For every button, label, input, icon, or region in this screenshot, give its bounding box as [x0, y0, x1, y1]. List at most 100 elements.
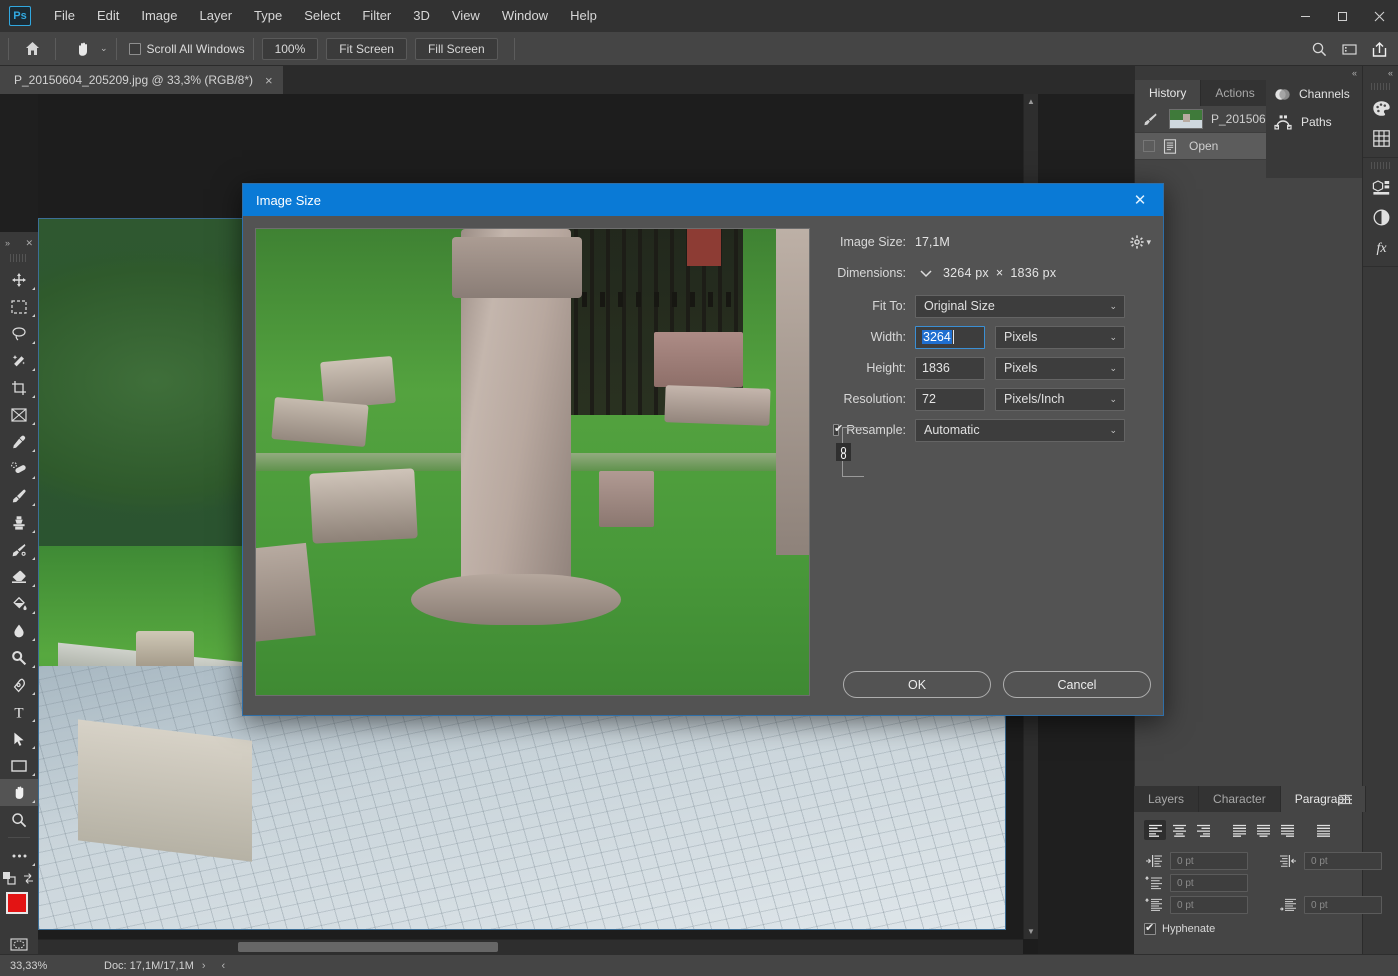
dialog-title-bar[interactable]: Image Size ✕	[243, 184, 1163, 216]
share-icon[interactable]	[1364, 36, 1394, 62]
space-after-paragraph-input[interactable]: 0 pt	[1304, 896, 1382, 914]
ok-button[interactable]: OK	[843, 671, 991, 698]
tool-preset-picker[interactable]: ⌄	[64, 37, 108, 61]
tab-character[interactable]: Character	[1199, 786, 1281, 812]
justify-last-center-button[interactable]	[1252, 820, 1274, 840]
workspace-icon[interactable]	[1334, 36, 1364, 62]
tab-layers[interactable]: Layers	[1134, 786, 1200, 812]
collapse-tools-icon[interactable]: ✕	[25, 238, 33, 249]
link-constrain-icon[interactable]	[836, 443, 851, 461]
resolution-input[interactable]: 72	[915, 387, 985, 411]
collapse-rail-icon[interactable]: «	[1388, 68, 1393, 78]
image-size-dialog[interactable]: Image Size ✕ Image Size: 17,1M ▾ Dimensi…	[242, 183, 1164, 716]
width-input[interactable]: 3264	[915, 325, 985, 349]
blur-tool[interactable]	[0, 617, 38, 644]
history-brush-tool[interactable]	[0, 536, 38, 563]
scroll-all-windows-checkbox[interactable]: Scroll All Windows	[128, 42, 245, 56]
chevron-down-icon[interactable]	[915, 263, 937, 283]
layer-styles-icon[interactable]: fx	[1363, 232, 1398, 262]
clone-stamp-tool[interactable]	[0, 509, 38, 536]
canvas-horizontal-scrollbar[interactable]	[38, 939, 1023, 954]
tab-history[interactable]: History	[1135, 80, 1202, 106]
edit-toolbar-ellipsis-icon[interactable]	[0, 842, 38, 869]
align-right-button[interactable]	[1192, 820, 1214, 840]
pen-tool[interactable]	[0, 671, 38, 698]
grid-pattern-icon[interactable]	[1363, 123, 1398, 153]
expand-tools-icon[interactable]: »	[5, 238, 10, 248]
foreground-color-swatch[interactable]	[6, 892, 28, 914]
indent-left-margin-input[interactable]: 0 pt	[1170, 852, 1248, 870]
indent-first-line-input[interactable]: 0 pt	[1170, 874, 1248, 892]
close-icon[interactable]: ✕	[1125, 184, 1155, 216]
menu-edit[interactable]: Edit	[86, 0, 130, 32]
cancel-button[interactable]: Cancel	[1003, 671, 1151, 698]
align-center-button[interactable]	[1168, 820, 1190, 840]
menu-type[interactable]: Type	[243, 0, 293, 32]
resolution-unit-select[interactable]: Pixels/Inch ⌄	[995, 387, 1125, 411]
menu-help[interactable]: Help	[559, 0, 608, 32]
gear-icon[interactable]: ▾	[1130, 235, 1151, 249]
justify-all-button[interactable]	[1312, 820, 1334, 840]
status-expand-icon[interactable]: ›	[194, 960, 214, 972]
brush-tool[interactable]	[0, 482, 38, 509]
hyphenate-checkbox[interactable]: Hyphenate	[1144, 921, 1352, 935]
zoom-100-button[interactable]: 100%	[261, 37, 319, 60]
panel-menu-icon[interactable]	[1334, 786, 1356, 812]
menu-view[interactable]: View	[441, 0, 491, 32]
hand-tool[interactable]	[0, 779, 38, 806]
swatches-icon[interactable]	[1363, 93, 1398, 123]
justify-last-left-button[interactable]	[1228, 820, 1250, 840]
justify-last-right-button[interactable]	[1276, 820, 1298, 840]
eraser-tool[interactable]	[0, 563, 38, 590]
3d-properties-icon[interactable]	[1363, 172, 1398, 202]
panel-item-paths[interactable]: Paths	[1266, 108, 1362, 136]
rail-grip-2[interactable]	[1371, 162, 1390, 169]
default-colors-icon[interactable]	[3, 871, 16, 885]
paint-bucket-tool[interactable]	[0, 590, 38, 617]
close-icon[interactable]: ×	[265, 73, 273, 88]
dodge-tool[interactable]	[0, 644, 38, 671]
status-collapse-icon[interactable]: ‹	[214, 960, 234, 972]
space-before-paragraph-input[interactable]: 0 pt	[1170, 896, 1248, 914]
search-icon[interactable]	[1304, 36, 1334, 62]
tools-panel-grip[interactable]	[10, 254, 28, 262]
horizontal-scroll-thumb[interactable]	[238, 942, 498, 952]
tab-actions[interactable]: Actions	[1201, 80, 1270, 106]
eyedropper-tool[interactable]	[0, 428, 38, 455]
type-tool[interactable]: T	[0, 698, 38, 725]
adjustments-icon[interactable]	[1363, 202, 1398, 232]
close-button[interactable]	[1361, 0, 1398, 32]
indent-right-margin-input[interactable]: 0 pt	[1304, 852, 1382, 870]
collapse-panel-icon[interactable]: «	[1352, 68, 1357, 78]
color-swatches[interactable]	[0, 889, 39, 931]
resample-select[interactable]: Automatic ⌄	[915, 418, 1125, 442]
magic-wand-tool[interactable]	[0, 347, 38, 374]
align-left-button[interactable]	[1144, 820, 1166, 840]
menu-window[interactable]: Window	[491, 0, 559, 32]
scroll-up-arrow-icon[interactable]: ▲	[1024, 94, 1038, 109]
path-selection-tool[interactable]	[0, 725, 38, 752]
maximize-button[interactable]	[1324, 0, 1361, 32]
lasso-tool[interactable]	[0, 320, 38, 347]
fit-to-select[interactable]: Original Size ⌄	[915, 294, 1125, 318]
menu-3d[interactable]: 3D	[402, 0, 441, 32]
rectangular-marquee-tool[interactable]	[0, 293, 38, 320]
scroll-down-arrow-icon[interactable]: ▼	[1024, 924, 1038, 939]
fill-screen-button[interactable]: Fill Screen	[414, 37, 498, 60]
document-tab[interactable]: P_20150604_205209.jpg @ 33,3% (RGB/8*) ×	[0, 66, 284, 94]
image-preview[interactable]	[255, 228, 810, 696]
rectangle-tool[interactable]	[0, 752, 38, 779]
panel-item-channels[interactable]: Channels	[1266, 80, 1362, 108]
history-brush-toggle[interactable]	[1143, 140, 1155, 152]
menu-filter[interactable]: Filter	[351, 0, 402, 32]
fit-screen-button[interactable]: Fit Screen	[326, 37, 407, 60]
menu-image[interactable]: Image	[130, 0, 188, 32]
height-input[interactable]: 1836	[915, 356, 985, 380]
rail-grip[interactable]	[1371, 83, 1390, 90]
zoom-level[interactable]: 33,33%	[0, 960, 86, 972]
swap-colors-icon[interactable]	[22, 872, 35, 885]
height-unit-select[interactable]: Pixels ⌄	[995, 356, 1125, 380]
zoom-tool[interactable]	[0, 806, 38, 833]
history-brush-source-icon[interactable]	[1143, 112, 1161, 127]
home-icon[interactable]	[17, 36, 47, 62]
